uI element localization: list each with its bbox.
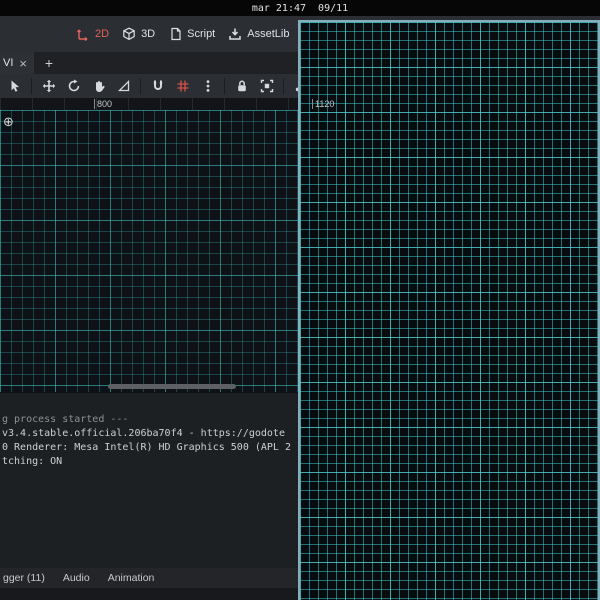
move-tool-icon[interactable] <box>36 76 61 96</box>
workspace-script-label: Script <box>187 28 216 40</box>
toolbar-separator <box>224 78 225 94</box>
3d-cube-icon <box>122 27 136 41</box>
workspace-3d-button[interactable]: 3D <box>122 27 155 41</box>
system-top-bar: mar 21:47 09/11 <box>0 0 600 16</box>
horizontal-scrollbar-thumb[interactable] <box>108 384 236 389</box>
workspace-assetlib-button[interactable]: AssetLib <box>228 27 289 41</box>
ruler-mark-800: 800 <box>94 99 112 109</box>
screen: mar 21:47 09/11 2D 3D Script AssetLib VI… <box>0 0 600 600</box>
workspace-assetlib-label: AssetLib <box>247 28 290 40</box>
tab-close-icon[interactable]: × <box>19 57 27 70</box>
workspace-script-button[interactable]: Script <box>168 27 215 41</box>
workspace-2d-label: 2D <box>95 28 110 40</box>
lock-icon[interactable] <box>229 76 254 96</box>
rotate-tool-icon[interactable] <box>61 76 86 96</box>
2d-axes-icon <box>76 27 90 41</box>
ruler-tool-icon[interactable] <box>111 76 136 96</box>
pan-tool-icon[interactable] <box>86 76 111 96</box>
toolbar-separator <box>31 78 32 94</box>
scene-tab[interactable]: VI × <box>0 52 34 74</box>
workspace-3d-label: 3D <box>141 28 156 40</box>
grid-snap-icon[interactable] <box>170 76 195 96</box>
scene-tab-label: VI <box>3 57 14 69</box>
group-icon[interactable] <box>254 76 279 96</box>
smart-snap-magnet-icon[interactable] <box>145 76 170 96</box>
origin-marker-icon: ⊕ <box>3 115 14 130</box>
toolbar-separator <box>140 78 141 94</box>
tab-audio[interactable]: Audio <box>54 568 99 588</box>
ruler-mark-1120: 1120 <box>312 99 334 109</box>
running-game-window[interactable] <box>298 20 600 600</box>
new-scene-tab-button[interactable]: + <box>39 52 59 74</box>
tab-animation[interactable]: Animation <box>99 568 164 588</box>
toolbar-separator <box>283 78 284 94</box>
select-tool-icon[interactable] <box>2 76 27 96</box>
tab-debugger[interactable]: gger (11) <box>0 568 54 588</box>
script-icon <box>168 27 182 41</box>
assetlib-download-icon <box>228 27 242 41</box>
snap-options-dots-icon[interactable] <box>195 76 220 96</box>
workspace-2d-button[interactable]: 2D <box>76 27 109 41</box>
system-clock: mar 21:47 09/11 <box>251 2 349 14</box>
